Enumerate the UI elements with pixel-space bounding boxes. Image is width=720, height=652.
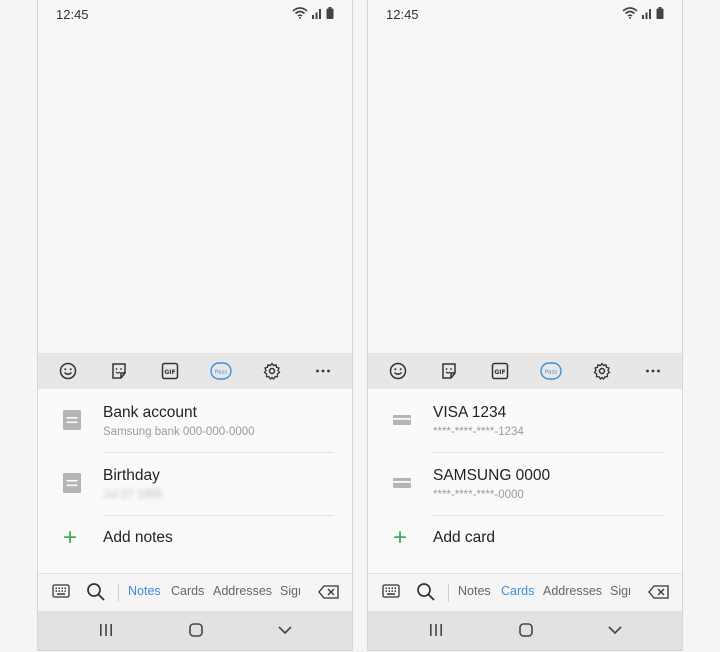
recent-apps-icon[interactable] (99, 623, 113, 637)
gif-icon-text: GIF (164, 369, 175, 376)
item-title: SAMSUNG 0000 (433, 467, 551, 484)
status-time: 12:45 (386, 7, 419, 22)
chevron-down-icon[interactable] (277, 623, 293, 637)
card-icon (393, 415, 411, 425)
item-title: Bank account (103, 404, 197, 421)
divider (118, 584, 119, 602)
item-title: VISA 1234 (433, 404, 507, 421)
keyboard-toolbar: GIF Pass (38, 353, 352, 389)
list-item[interactable]: Birthday Jul 27 1995 (38, 452, 352, 515)
item-subtitle: ****-****-****-1234 (433, 426, 524, 438)
note-icon (63, 473, 81, 493)
emoji-icon[interactable] (387, 360, 409, 382)
note-icon (63, 410, 81, 430)
status-bar: 12:45 (38, 0, 352, 30)
item-subtitle: Samsung bank 000-000-0000 (103, 426, 255, 438)
system-nav-bar (38, 611, 352, 650)
samsung-pass-icon[interactable]: Pass (539, 360, 562, 382)
pass-panel: VISA 1234 ****-****-****-1234 SAMSUNG 00… (368, 389, 682, 573)
item-subtitle-blurred: Jul 27 1995 (103, 489, 163, 501)
chevron-down-icon[interactable] (607, 623, 623, 637)
keyboard-toolbar: GIF Pass (368, 353, 682, 389)
divider (448, 584, 449, 602)
battery-icon (326, 7, 334, 19)
item-title: Birthday (103, 467, 160, 484)
system-nav-bar (368, 611, 682, 650)
tab-addresses[interactable]: Addresses (543, 584, 602, 598)
emoji-icon[interactable] (57, 360, 79, 382)
home-icon[interactable] (189, 623, 203, 637)
recent-apps-icon[interactable] (429, 623, 443, 637)
list-item[interactable]: SAMSUNG 0000 ****-****-****-0000 (368, 452, 682, 515)
keyboard-icon[interactable] (52, 584, 70, 598)
item-subtitle: ****-****-****-0000 (433, 489, 524, 501)
sticker-icon[interactable] (108, 360, 130, 382)
signal-icon (312, 9, 321, 19)
samsung-pass-icon[interactable]: Pass (209, 360, 232, 382)
pass-icon-text: Pass (214, 370, 226, 376)
backspace-icon[interactable] (648, 585, 670, 599)
add-card-label: Add card (433, 529, 496, 546)
settings-icon[interactable] (261, 360, 283, 382)
signal-icon (642, 9, 651, 19)
list-item[interactable]: Bank account Samsung bank 000-000-0000 (38, 389, 352, 452)
tab-notes[interactable]: Notes (128, 584, 161, 598)
add-notes-label: Add notes (103, 529, 173, 546)
category-tab-bar: Notes Cards Addresses Sign- (368, 573, 682, 611)
pass-icon-text: Pass (544, 370, 556, 376)
tab-cards[interactable]: Cards (501, 584, 534, 598)
add-notes-button[interactable]: + Add notes (38, 515, 352, 563)
tab-addresses[interactable]: Addresses (213, 584, 272, 598)
search-icon[interactable] (416, 582, 436, 602)
more-icon[interactable] (312, 360, 334, 382)
category-tab-bar: Notes Cards Addresses Sign- (38, 573, 352, 611)
gif-icon[interactable]: GIF (159, 360, 181, 382)
tab-cards[interactable]: Cards (171, 584, 204, 598)
phone-screen-cards: 12:45 GIF Pass VISA 1234 ****-****-****-… (367, 0, 683, 651)
plus-icon: + (393, 524, 408, 551)
more-icon[interactable] (642, 360, 664, 382)
wifi-icon (622, 7, 638, 19)
list-item[interactable]: VISA 1234 ****-****-****-1234 (368, 389, 682, 452)
gif-icon-text: GIF (494, 369, 505, 376)
settings-icon[interactable] (591, 360, 613, 382)
tab-notes[interactable]: Notes (458, 584, 491, 598)
keyboard-icon[interactable] (382, 584, 400, 598)
plus-icon: + (63, 524, 78, 551)
pass-panel: Bank account Samsung bank 000-000-0000 B… (38, 389, 352, 573)
backspace-icon[interactable] (318, 585, 340, 599)
gif-icon[interactable]: GIF (489, 360, 511, 382)
status-time: 12:45 (56, 7, 89, 22)
status-bar: 12:45 (368, 0, 682, 30)
phone-screen-notes: 12:45 GIF Pass Bank account Samsung bank… (37, 0, 353, 651)
sticker-icon[interactable] (438, 360, 460, 382)
search-icon[interactable] (86, 582, 106, 602)
battery-icon (656, 7, 664, 19)
home-icon[interactable] (519, 623, 533, 637)
card-icon (393, 478, 411, 488)
add-card-button[interactable]: + Add card (368, 515, 682, 563)
wifi-icon (292, 7, 308, 19)
